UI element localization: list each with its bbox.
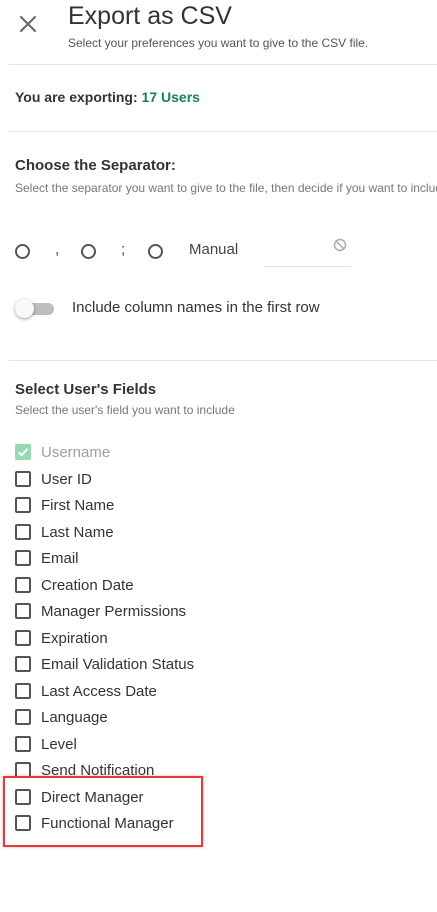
radio-comma[interactable]: [15, 244, 30, 259]
field-label: Last Access Date: [41, 682, 157, 700]
checkbox[interactable]: [15, 497, 31, 513]
field-checkbox-row[interactable]: Manager Permissions: [15, 601, 186, 621]
checkbox[interactable]: [15, 762, 31, 778]
field-label: Send Notification: [41, 761, 155, 779]
checkbox[interactable]: [15, 709, 31, 725]
radio-manual-label: Manual: [189, 241, 239, 258]
field-checkbox-row[interactable]: Last Name: [15, 522, 114, 542]
dialog-title: Export as CSV: [68, 2, 232, 30]
field-label: Creation Date: [41, 576, 134, 594]
fields-section-description: Select the user's field you want to incl…: [15, 403, 235, 417]
field-label: User ID: [41, 470, 92, 488]
radio-manual[interactable]: [148, 244, 163, 259]
field-label: Language: [41, 708, 108, 726]
separator-section-description: Select the separator you want to give to…: [15, 181, 437, 195]
export-summary-label: You are exporting:: [15, 89, 138, 105]
export-summary: You are exporting: 17 Users: [15, 89, 200, 105]
checkbox[interactable]: [15, 683, 31, 699]
radio-semicolon-label: ;: [121, 241, 126, 258]
field-checkbox-row[interactable]: Language: [15, 707, 108, 727]
radio-semicolon[interactable]: [81, 244, 96, 259]
divider: [9, 64, 437, 65]
field-label: Functional Manager: [41, 814, 174, 832]
toggle-knob: [15, 299, 34, 318]
export-user-count: 17 Users: [141, 89, 200, 105]
checkbox[interactable]: [15, 471, 31, 487]
fields-section-title: Select User's Fields: [15, 381, 157, 398]
field-checkbox-row[interactable]: First Name: [15, 495, 114, 515]
checkbox[interactable]: [15, 524, 31, 540]
field-label: Direct Manager: [41, 788, 144, 806]
field-checkbox-row: Username: [15, 442, 110, 462]
field-checkbox-row[interactable]: Email Validation Status: [15, 654, 194, 674]
checkbox[interactable]: [15, 815, 31, 831]
checkbox[interactable]: [15, 736, 31, 752]
checkbox[interactable]: [15, 577, 31, 593]
radio-comma-label: ,: [55, 241, 60, 258]
column-names-toggle[interactable]: [15, 299, 54, 318]
field-label: Manager Permissions: [41, 602, 187, 620]
field-checkbox-row[interactable]: Creation Date: [15, 575, 134, 595]
checkbox: [15, 444, 31, 460]
field-label: Email Validation Status: [41, 655, 195, 673]
field-label: First Name: [41, 496, 115, 514]
field-label: Username: [41, 443, 111, 461]
field-checkbox-row[interactable]: Send Notification: [15, 760, 154, 780]
divider: [9, 360, 437, 361]
checkbox[interactable]: [15, 630, 31, 646]
field-checkbox-row[interactable]: Expiration: [15, 628, 108, 648]
checkbox[interactable]: [15, 603, 31, 619]
field-label: Level: [41, 735, 77, 753]
close-icon: [20, 16, 36, 32]
check-icon: [17, 448, 29, 457]
divider: [9, 131, 437, 132]
column-names-toggle-label: Include column names in the first row: [72, 299, 320, 316]
field-checkbox-row[interactable]: Email: [15, 548, 79, 568]
dialog-subtitle: Select your preferences you want to give…: [68, 36, 369, 50]
field-label: Email: [41, 549, 79, 567]
checkbox[interactable]: [15, 550, 31, 566]
checkbox[interactable]: [15, 789, 31, 805]
field-label: Expiration: [41, 629, 108, 647]
close-button[interactable]: [18, 14, 38, 34]
field-checkbox-row[interactable]: Direct Manager: [15, 787, 144, 807]
field-checkbox-row[interactable]: User ID: [15, 469, 92, 489]
checkbox[interactable]: [15, 656, 31, 672]
field-checkbox-row[interactable]: Last Access Date: [15, 681, 157, 701]
field-label: Last Name: [41, 523, 114, 541]
separator-section-title: Choose the Separator:: [15, 157, 176, 174]
field-checkbox-row[interactable]: Functional Manager: [15, 813, 174, 833]
field-checkbox-row[interactable]: Level: [15, 734, 77, 754]
ban-icon: [333, 238, 347, 252]
